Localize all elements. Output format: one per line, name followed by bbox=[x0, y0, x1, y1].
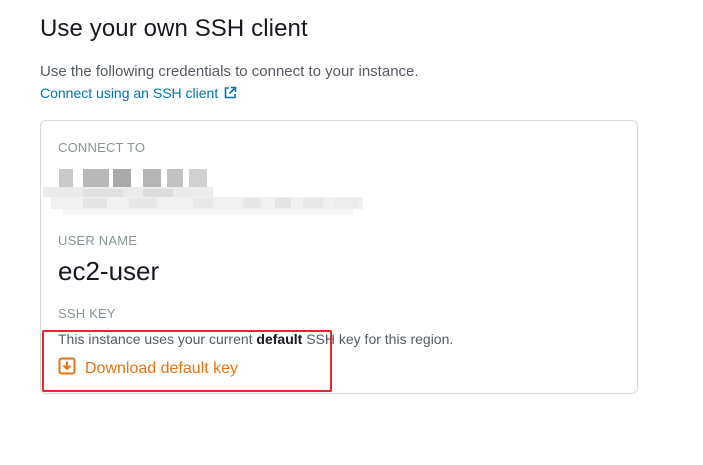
download-icon bbox=[58, 357, 76, 380]
ssh-client-panel: Use your own SSH client Use the followin… bbox=[0, 0, 703, 465]
connect-ssh-client-link[interactable]: Connect using an SSH client bbox=[40, 85, 237, 101]
download-default-key-label: Download default key bbox=[85, 359, 238, 377]
ssh-key-label: SSH KEY bbox=[58, 306, 116, 321]
ssh-key-desc-before: This instance uses your current bbox=[58, 331, 257, 347]
connect-to-label: CONNECT TO bbox=[58, 140, 146, 155]
credentials-card: CONNECT TO USER NAME ec2-user SSH KEY Th… bbox=[40, 120, 638, 394]
ssh-key-desc-bold: default bbox=[256, 331, 303, 347]
redacted-hostname bbox=[43, 165, 363, 217]
section-title: Use your own SSH client bbox=[40, 15, 308, 42]
download-default-key-button[interactable]: Download default key bbox=[58, 357, 238, 380]
ssh-key-description: This instance uses your current default … bbox=[58, 331, 453, 347]
connect-ssh-client-link-label: Connect using an SSH client bbox=[40, 85, 219, 101]
ssh-key-desc-after: SSH key for this region. bbox=[302, 331, 454, 347]
user-name-label: USER NAME bbox=[58, 233, 138, 248]
external-link-icon bbox=[223, 86, 237, 100]
user-name-value: ec2-user bbox=[58, 256, 160, 286]
section-description: Use the following credentials to connect… bbox=[40, 63, 419, 80]
